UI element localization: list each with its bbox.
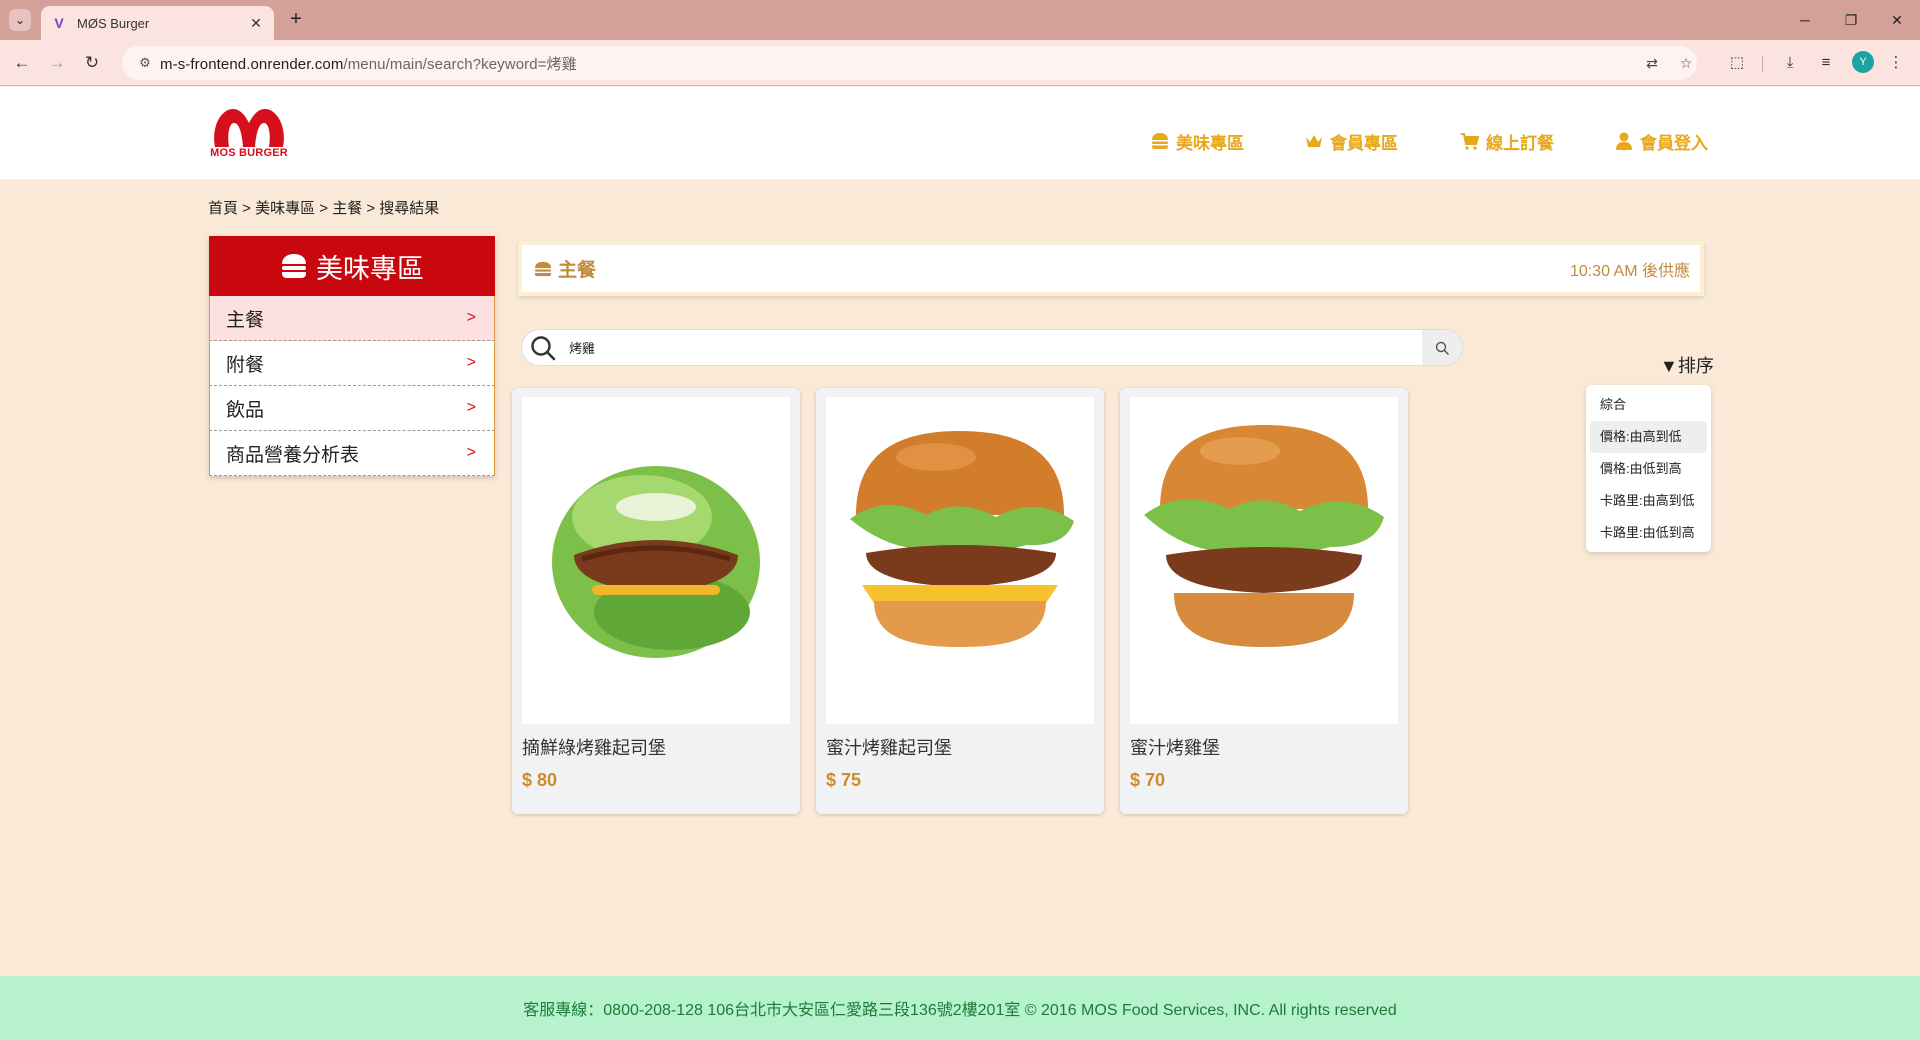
search-icon [1435, 341, 1449, 355]
tab-close-icon[interactable]: ✕ [248, 15, 264, 32]
sort-option[interactable]: 綜合 [1590, 389, 1707, 421]
footer-text: 客服專線：0800-208-128 106台北市大安區仁愛路三段136號2樓20… [523, 1002, 1397, 1019]
mos-logo-icon [214, 109, 284, 147]
site-favicon-icon: V [54, 15, 64, 31]
product-price: $ 80 [522, 770, 558, 790]
breadcrumb[interactable]: 首頁 > 美味專區 > 主餐 > 搜尋結果 [208, 197, 439, 218]
sidebar-item-label: 商品營養分析表 [226, 444, 360, 466]
new-tab-button[interactable]: + [284, 8, 308, 32]
lettuce-burger-image [552, 466, 760, 658]
product-card[interactable]: 摘鮮綠烤雞起司堡 $ 80 [512, 388, 800, 814]
close-window-button[interactable]: ✕ [1874, 8, 1920, 32]
product-card[interactable]: 蜜汁烤雞堡 $ 70 [1120, 388, 1408, 814]
nav-login[interactable]: 會員登入 [1614, 129, 1708, 153]
category-header: 主餐 10:30 AM 後供應 [518, 241, 1704, 296]
sidebar-item-label: 飲品 [226, 399, 265, 421]
chevron-right-icon: > [466, 399, 476, 416]
sidebar-item-label: 主餐 [226, 309, 265, 331]
nav-menu-label: 美味專區 [1176, 133, 1244, 153]
sort-toggle[interactable]: ▼排序 [1660, 352, 1714, 378]
sidebar: 美味專區 主餐 > 附餐 > 飲品 > 商品營養分析表 > [209, 236, 495, 476]
site-settings-icon[interactable]: ⚙ [130, 55, 160, 71]
sidebar-header: 美味專區 [209, 236, 495, 296]
product-image [826, 397, 1094, 724]
product-name: 蜜汁烤雞起司堡 [826, 738, 952, 758]
tab-title: MØS Burger [77, 15, 150, 31]
back-button[interactable]: ← [10, 51, 34, 75]
sort-menu: 綜合 價格:由高到低 價格:由低到高 卡路里:由高到低 卡路里:由低到高 [1586, 385, 1711, 552]
chicken-burger-image [1144, 425, 1384, 647]
browser-toolbar: ← → ↻ ⚙ m-s-frontend.onrender.com/menu/m… [0, 40, 1920, 86]
media-control-icon[interactable]: ≡ [1814, 51, 1838, 75]
search-bar [521, 329, 1463, 366]
product-card[interactable]: 蜜汁烤雞起司堡 $ 75 [816, 388, 1104, 814]
serving-time-note: 10:30 AM 後供應 [1569, 262, 1690, 280]
user-icon [1616, 132, 1632, 150]
burger-icon [282, 254, 306, 278]
browser-tabbar: ⌄ V MØS Burger ✕ + ─ ❐ ✕ [0, 0, 1920, 40]
sidebar-item-drinks[interactable]: 飲品 > [209, 386, 495, 431]
chevron-right-icon: > [466, 309, 476, 326]
nav-login-label: 會員登入 [1640, 133, 1708, 153]
search-icon [522, 330, 564, 365]
nav-member[interactable]: 會員專區 [1304, 129, 1398, 153]
translate-icon[interactable]: ⇄ [1642, 53, 1662, 73]
product-name: 蜜汁烤雞堡 [1130, 738, 1220, 758]
cheese-burger-image [850, 431, 1074, 647]
browser-tab[interactable]: V MØS Burger ✕ [41, 6, 274, 40]
nav-order[interactable]: 線上訂餐 [1460, 129, 1554, 153]
product-image [522, 397, 790, 724]
tab-list-button[interactable]: ⌄ [9, 9, 31, 31]
burger-icon [535, 261, 551, 276]
burger-icon [1152, 133, 1168, 149]
profile-avatar[interactable]: Y [1852, 51, 1874, 73]
restore-button[interactable]: ❐ [1828, 8, 1874, 32]
site-header: MOS BURGER 美味專區 會員專區 線上訂餐 會員登入 [0, 87, 1920, 179]
extensions-icon[interactable]: ⬚ [1725, 51, 1749, 75]
reload-button[interactable]: ↻ [80, 51, 104, 75]
mos-logo[interactable]: MOS BURGER [207, 105, 291, 163]
sort-option[interactable]: 卡路里:由低到高 [1590, 517, 1707, 549]
crown-icon [1306, 135, 1322, 147]
sidebar-item-nutrition[interactable]: 商品營養分析表 > [209, 431, 495, 476]
sidebar-item-label: 附餐 [226, 354, 265, 376]
search-input[interactable] [564, 340, 1422, 355]
sort-option[interactable]: 卡路里:由高到低 [1590, 485, 1707, 517]
nav-member-label: 會員專區 [1330, 133, 1398, 153]
product-image [1130, 397, 1398, 724]
sort-option[interactable]: 價格:由低到高 [1590, 453, 1707, 485]
toolbar-divider [1762, 56, 1763, 72]
more-menu-icon[interactable]: ⋮ [1884, 51, 1908, 75]
download-icon[interactable]: ⤓ [1778, 51, 1802, 75]
product-name: 摘鮮綠烤雞起司堡 [522, 738, 666, 758]
cart-icon [1461, 133, 1480, 150]
chevron-right-icon: > [466, 354, 476, 371]
forward-button[interactable]: → [45, 51, 69, 75]
site-footer: 客服專線：0800-208-128 106台北市大安區仁愛路三段136號2樓20… [0, 976, 1920, 1040]
chevron-right-icon: > [466, 444, 476, 461]
address-bar[interactable]: ⚙ m-s-frontend.onrender.com/menu/main/se… [122, 46, 1697, 80]
sort-option[interactable]: 價格:由高到低 [1590, 421, 1707, 453]
product-price: $ 70 [1130, 770, 1166, 790]
logo-text: MOS BURGER [210, 147, 288, 159]
url-text: m-s-frontend.onrender.com/menu/main/sear… [160, 55, 577, 73]
category-title-text: 主餐 [558, 260, 597, 281]
sidebar-item-main[interactable]: 主餐 > [209, 296, 495, 341]
nav-menu[interactable]: 美味專區 [1150, 129, 1244, 153]
bookmark-star-icon[interactable]: ☆ [1676, 53, 1696, 73]
product-price: $ 75 [826, 770, 862, 790]
sidebar-title: 美味專區 [316, 253, 424, 284]
nav-order-label: 線上訂餐 [1486, 133, 1554, 153]
sidebar-item-sides[interactable]: 附餐 > [209, 341, 495, 386]
search-submit-button[interactable] [1422, 330, 1462, 365]
category-title: 主餐 [534, 255, 596, 282]
minimize-button[interactable]: ─ [1782, 8, 1828, 32]
